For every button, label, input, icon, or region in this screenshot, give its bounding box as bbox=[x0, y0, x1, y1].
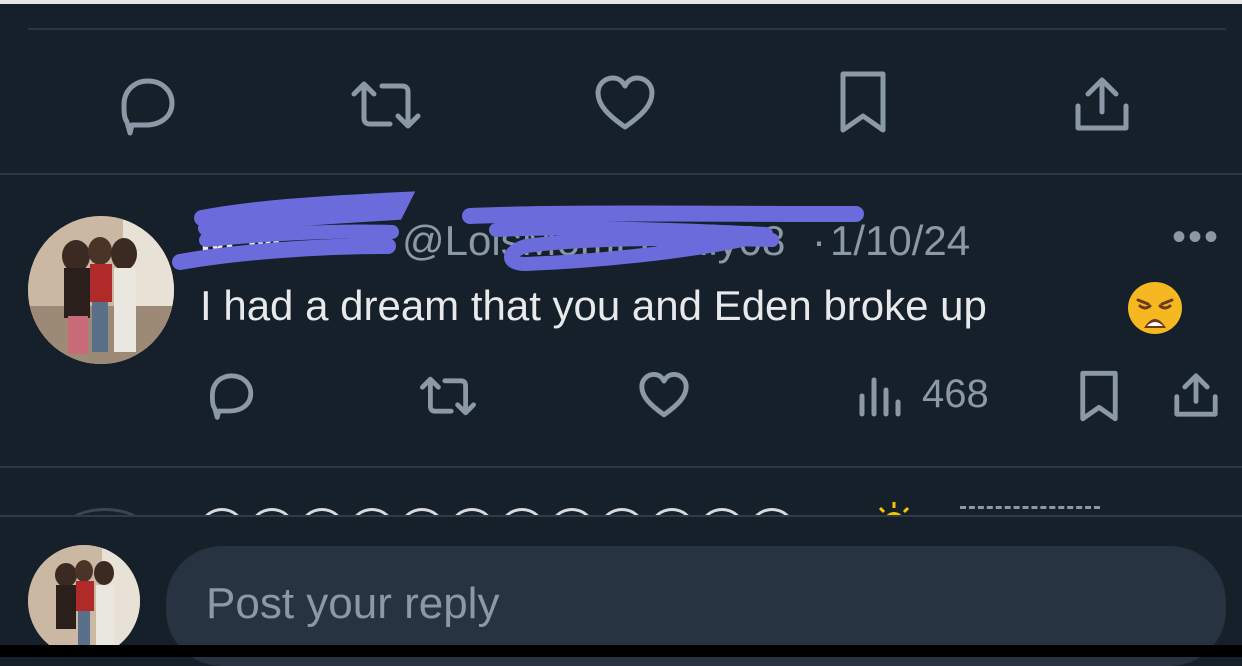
sun-emoji-icon bbox=[878, 502, 910, 516]
divider bbox=[28, 28, 1226, 30]
divider bbox=[0, 173, 1242, 175]
tweet-text: I had a dream that you and Eden broke up bbox=[200, 282, 987, 329]
avatar[interactable] bbox=[28, 216, 174, 364]
views-count[interactable]: 468 bbox=[922, 372, 989, 417]
display-name[interactable]: M M bbox=[200, 217, 282, 265]
like-icon[interactable] bbox=[594, 75, 656, 131]
bottom-edge bbox=[0, 645, 1242, 657]
share-icon[interactable] bbox=[1072, 76, 1132, 132]
separator: · bbox=[812, 217, 826, 264]
bookmark-icon[interactable] bbox=[1078, 370, 1120, 422]
retweet-icon[interactable] bbox=[418, 376, 478, 416]
views-icon[interactable] bbox=[858, 376, 906, 417]
retweet-icon[interactable] bbox=[350, 80, 422, 130]
avatar[interactable] bbox=[28, 545, 140, 657]
reply-icon[interactable] bbox=[114, 75, 178, 136]
divider bbox=[0, 466, 1242, 468]
next-reply-preview bbox=[0, 496, 1242, 516]
like-icon[interactable] bbox=[638, 372, 690, 418]
tweet-header: M M @LoisMomFamily08 · 1/10/24 bbox=[200, 212, 1200, 265]
more-options-icon[interactable]: ••• bbox=[1172, 217, 1224, 257]
bookmark-icon[interactable] bbox=[838, 70, 888, 134]
user-handle[interactable]: @LoisMomFamily08 bbox=[402, 217, 785, 265]
weary-face-emoji-icon bbox=[1126, 280, 1184, 336]
top-edge bbox=[0, 0, 1242, 4]
share-icon[interactable] bbox=[1172, 372, 1220, 418]
post-date[interactable]: 1/10/24 bbox=[830, 217, 970, 265]
reply-icon[interactable] bbox=[204, 371, 256, 420]
